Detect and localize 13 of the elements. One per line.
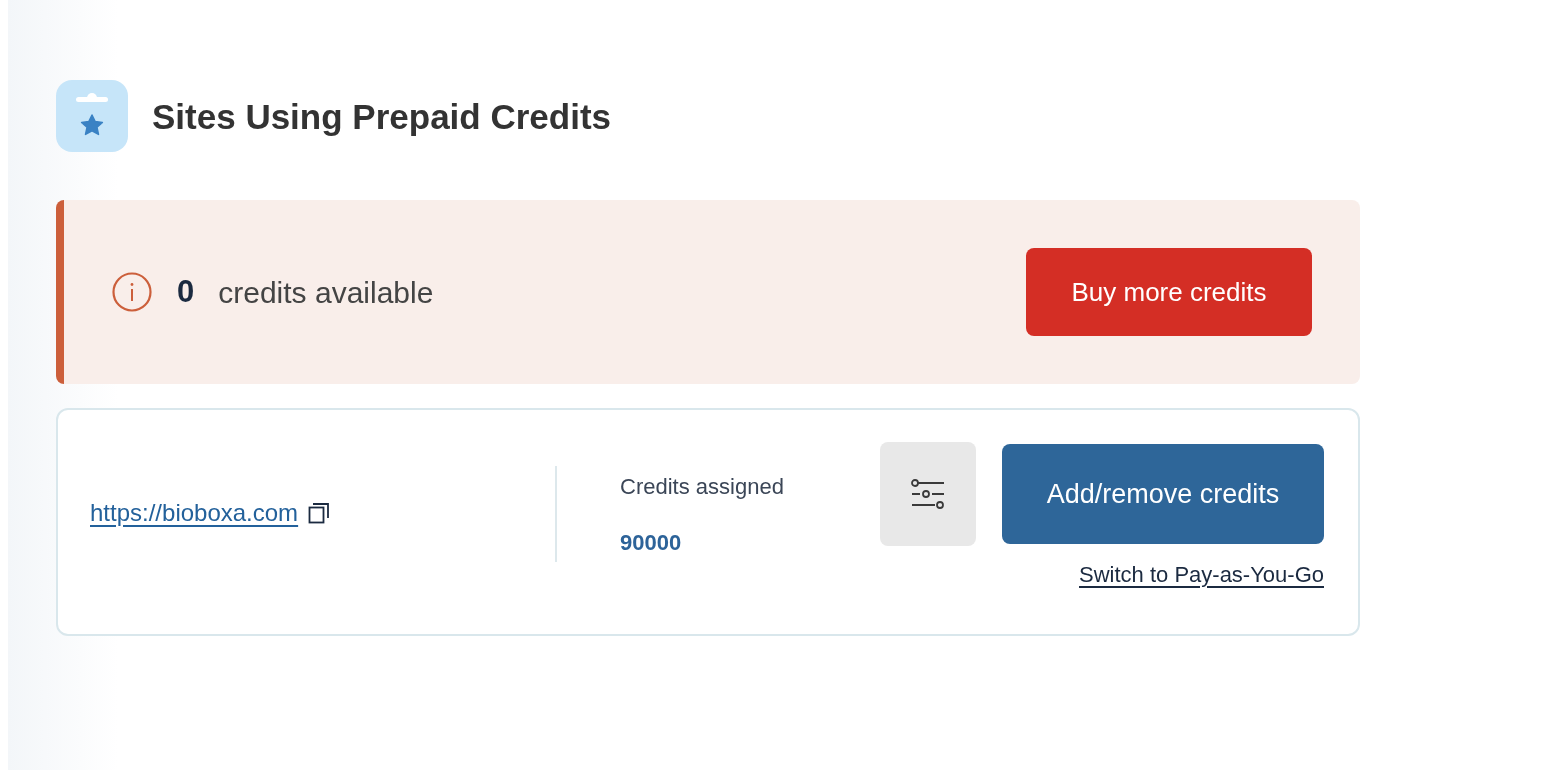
sliders-icon (911, 478, 945, 510)
add-remove-credits-button[interactable]: Add/remove credits (1002, 444, 1324, 544)
copy-icon (308, 502, 331, 524)
info-icon (112, 272, 152, 312)
page-title: Sites Using Prepaid Credits (152, 98, 612, 134)
credits-label: credits available (218, 274, 434, 311)
filter-button[interactable] (880, 442, 976, 546)
credits-assigned-value: 90000 (620, 529, 683, 557)
switch-plan-link[interactable]: Switch to Pay-as-You-Go (1079, 560, 1324, 590)
credits-count: 0 (177, 272, 195, 311)
buy-credits-button[interactable]: Buy more credits (1026, 248, 1312, 336)
site-url-link[interactable]: https://bioboxa.com (90, 495, 299, 531)
credits-assigned-label: Credits assigned (620, 473, 784, 501)
